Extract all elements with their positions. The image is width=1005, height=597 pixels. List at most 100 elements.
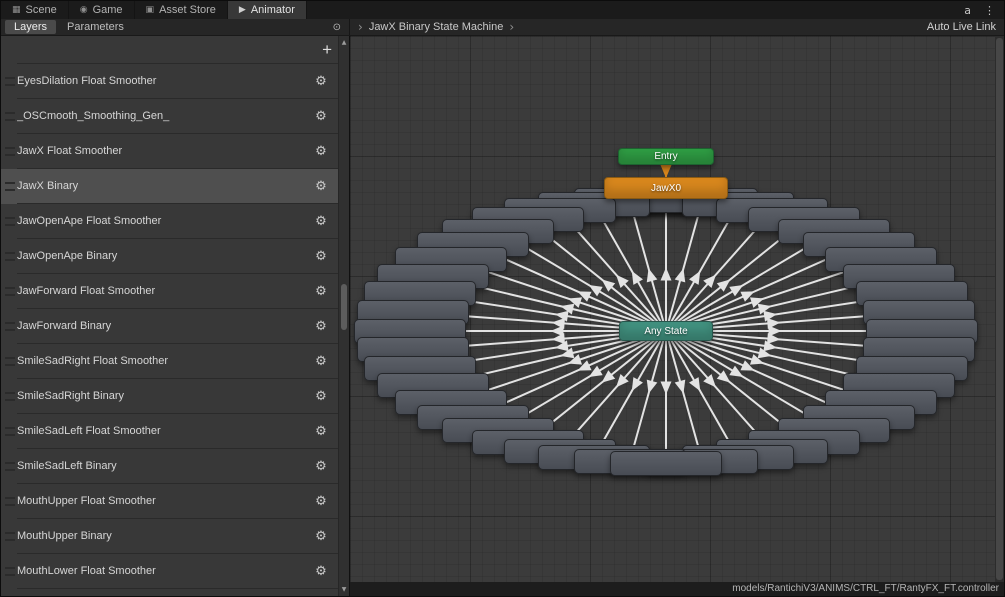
drag-handle-icon[interactable] xyxy=(5,566,15,576)
scroll-down-icon[interactable]: ▼ xyxy=(339,586,349,593)
layer-name: JawOpenApe Binary xyxy=(17,250,118,262)
gear-icon[interactable]: ⚙ xyxy=(310,459,332,474)
graph-scrollbar[interactable] xyxy=(995,36,1004,582)
layer-row[interactable]: JawForward Binary ⚙ xyxy=(1,309,338,344)
kebab-menu-icon[interactable]: ⋮ xyxy=(984,4,995,17)
layer-row[interactable]: JawOpenApe Float Smoother ⚙ xyxy=(1,204,338,239)
editor-tab-scene[interactable]: ▦ Scene xyxy=(1,1,69,19)
gear-icon[interactable]: ⚙ xyxy=(310,424,332,439)
chevron-right-icon: › xyxy=(509,20,515,34)
drag-handle-icon[interactable] xyxy=(5,321,15,331)
any-state-node[interactable]: Any State xyxy=(619,321,713,341)
main-split: + EyesDilation Float Smoother ⚙ _OSCmoot… xyxy=(1,36,1004,596)
editor-tab-animator[interactable]: ▶ Animator xyxy=(227,1,307,19)
layer-name: JawOpenApe Float Smoother xyxy=(17,215,162,227)
layer-name: JawForward Float Smoother xyxy=(17,285,156,297)
layers-scrollbar[interactable]: ▲ ▼ xyxy=(338,36,349,596)
layers-panel: + EyesDilation Float Smoother ⚙ _OSCmoot… xyxy=(1,36,350,596)
state-machine-canvas[interactable]: Entry JawX0 Any State models/RantichiV3/… xyxy=(350,36,1004,596)
layer-name: MouthUpper Binary xyxy=(17,530,112,542)
scroll-up-icon[interactable]: ▲ xyxy=(339,39,349,46)
gear-icon[interactable]: ⚙ xyxy=(310,564,332,579)
layer-row[interactable]: SmileSadLeft Float Smoother ⚙ xyxy=(1,414,338,449)
layer-row[interactable]: JawX Binary ⚙ xyxy=(1,169,338,204)
gear-icon[interactable]: ⚙ xyxy=(310,319,332,334)
drag-handle-icon[interactable] xyxy=(5,426,15,436)
drag-handle-icon[interactable] xyxy=(5,461,15,471)
layer-row[interactable]: JawForward Float Smoother ⚙ xyxy=(1,274,338,309)
editor-tab-label: Scene xyxy=(25,4,57,16)
layer-name: MouthLower Float Smoother xyxy=(17,565,156,577)
layer-row[interactable]: MouthUpper Float Smoother ⚙ xyxy=(1,484,338,519)
drag-handle-icon[interactable] xyxy=(5,76,15,86)
gear-icon[interactable]: ⚙ xyxy=(310,494,332,509)
gear-icon[interactable]: ⚙ xyxy=(310,284,332,299)
layer-name: JawX Binary xyxy=(17,180,79,192)
add-layer-button[interactable]: + xyxy=(322,41,332,58)
editor-tab-asset-store[interactable]: ▣ Asset Store xyxy=(135,1,228,19)
entry-node[interactable]: Entry xyxy=(618,147,714,165)
controller-path-label: models/RantichiV3/ANIMS/CTRL_FT/RantyFX_… xyxy=(350,582,1004,596)
state-node[interactable] xyxy=(610,450,722,476)
asset-store-icon: ▣ xyxy=(145,5,155,15)
window-controls: a ⋮ xyxy=(964,1,1004,19)
tab-layers[interactable]: Layers xyxy=(5,20,57,34)
layer-row[interactable]: JawX Float Smoother ⚙ xyxy=(1,134,338,169)
gear-icon[interactable]: ⚙ xyxy=(310,74,332,89)
add-layer-row: + xyxy=(1,36,338,64)
eye-icon[interactable]: ⊙ xyxy=(333,22,345,33)
jawx0-node[interactable]: JawX0 xyxy=(604,177,728,199)
layers-scrollbar-thumb[interactable] xyxy=(341,284,347,330)
layer-row[interactable]: SmileSadRight Float Smoother ⚙ xyxy=(1,344,338,379)
layers-parameters-toolbar: Layers Parameters ⊙ xyxy=(1,19,350,35)
drag-handle-icon[interactable] xyxy=(5,181,15,191)
account-icon[interactable]: a xyxy=(964,4,971,17)
editor-tab-label: Asset Store xyxy=(159,4,216,16)
layer-name: SmileSadLeft Binary xyxy=(17,460,117,472)
drag-handle-icon[interactable] xyxy=(5,286,15,296)
drag-handle-icon[interactable] xyxy=(5,111,15,121)
layer-row[interactable]: _OSCmooth_Smoothing_Gen_ ⚙ xyxy=(1,99,338,134)
graph-nodes: Entry JawX0 Any State xyxy=(350,36,1004,596)
layer-name: JawX Float Smoother xyxy=(17,145,123,157)
drag-handle-icon[interactable] xyxy=(5,531,15,541)
graph-scrollbar-thumb[interactable] xyxy=(996,38,1003,580)
drag-handle-icon[interactable] xyxy=(5,356,15,366)
gear-icon[interactable]: ⚙ xyxy=(310,144,332,159)
layer-list: EyesDilation Float Smoother ⚙ _OSCmooth_… xyxy=(1,64,338,589)
layer-name: EyesDilation Float Smoother xyxy=(17,75,157,87)
editor-tab-label: Game xyxy=(92,4,123,16)
layer-row[interactable]: EyesDilation Float Smoother ⚙ xyxy=(1,64,338,99)
animator-toolbar: Layers Parameters ⊙ › JawX Binary State … xyxy=(1,19,1004,36)
layer-row[interactable]: MouthUpper Binary ⚙ xyxy=(1,519,338,554)
chevron-right-icon: › xyxy=(358,20,363,34)
layer-name: JawForward Binary xyxy=(17,320,112,332)
breadcrumb-bar: › JawX Binary State Machine › Auto Live … xyxy=(350,19,1004,35)
drag-handle-icon[interactable] xyxy=(5,146,15,156)
layer-row[interactable]: MouthLower Float Smoother ⚙ xyxy=(1,554,338,589)
layer-row[interactable]: SmileSadLeft Binary ⚙ xyxy=(1,449,338,484)
drag-handle-icon[interactable] xyxy=(5,251,15,261)
layer-name: SmileSadRight Float Smoother xyxy=(17,355,169,367)
scene-icon: ▦ xyxy=(12,5,21,15)
layer-list-area: + EyesDilation Float Smoother ⚙ _OSCmoot… xyxy=(1,36,338,596)
drag-handle-icon[interactable] xyxy=(5,496,15,506)
gear-icon[interactable]: ⚙ xyxy=(310,179,332,194)
any-state-node-label: Any State xyxy=(644,325,688,337)
gear-icon[interactable]: ⚙ xyxy=(310,529,332,544)
gear-icon[interactable]: ⚙ xyxy=(310,109,332,124)
editor-tab-game[interactable]: ◉ Game xyxy=(69,1,135,19)
layer-row[interactable]: SmileSadRight Binary ⚙ xyxy=(1,379,338,414)
animator-icon: ▶ xyxy=(238,5,246,15)
editor-tab-bar: ▦ Scene ◉ Game ▣ Asset Store ▶ Animator … xyxy=(1,1,1004,19)
gear-icon[interactable]: ⚙ xyxy=(310,389,332,404)
gear-icon[interactable]: ⚙ xyxy=(310,249,332,264)
drag-handle-icon[interactable] xyxy=(5,391,15,401)
gear-icon[interactable]: ⚙ xyxy=(310,214,332,229)
auto-live-link-button[interactable]: Auto Live Link xyxy=(927,21,996,33)
layer-row[interactable]: JawOpenApe Binary ⚙ xyxy=(1,239,338,274)
tab-parameters[interactable]: Parameters xyxy=(58,20,133,34)
drag-handle-icon[interactable] xyxy=(5,216,15,226)
gear-icon[interactable]: ⚙ xyxy=(310,354,332,369)
breadcrumb-state-machine[interactable]: JawX Binary State Machine xyxy=(369,21,504,33)
